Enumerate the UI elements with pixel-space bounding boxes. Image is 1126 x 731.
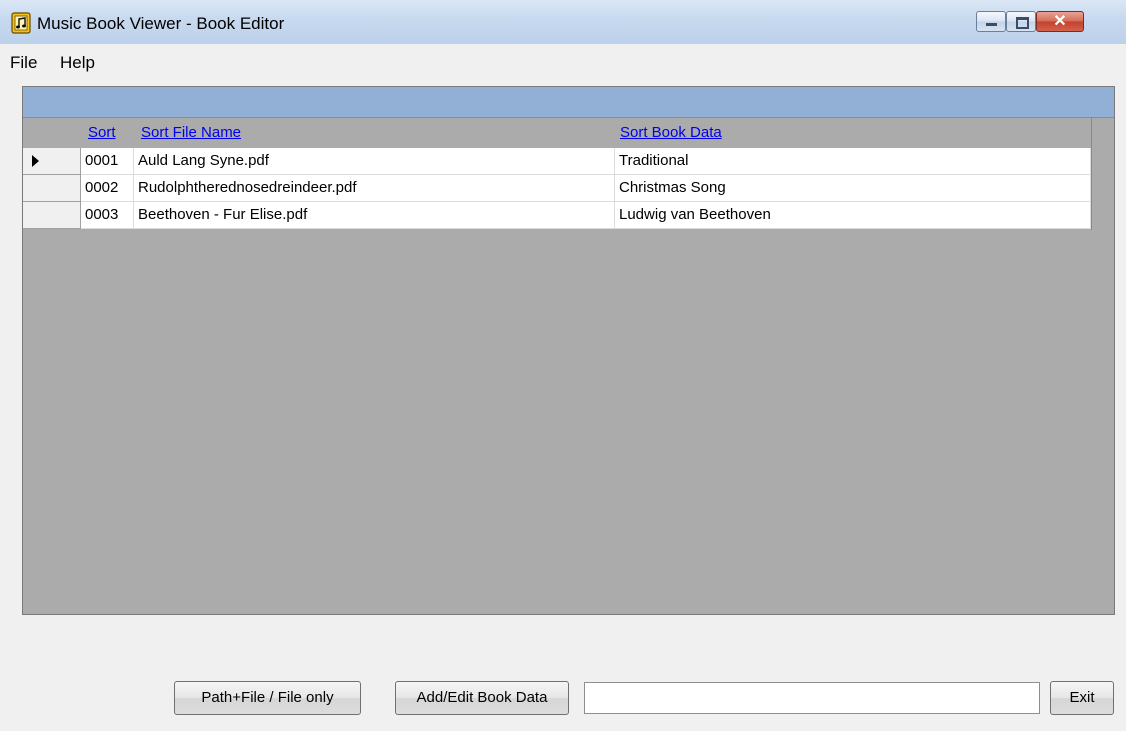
cell-file-name[interactable]: Auld Lang Syne.pdf — [134, 148, 615, 175]
row-pointer-arrow-icon — [32, 155, 39, 167]
close-icon: ✕ — [1053, 13, 1067, 30]
minimize-icon — [986, 23, 997, 26]
cell-sort[interactable]: 0001 — [81, 148, 134, 175]
path-file-toggle-button[interactable]: Path+File / File only — [174, 681, 361, 715]
row-header[interactable] — [23, 202, 81, 229]
cell-book-data[interactable]: Traditional — [615, 148, 1091, 175]
add-edit-book-data-button[interactable]: Add/Edit Book Data — [395, 681, 569, 715]
cell-file-name[interactable]: Rudolphtherednosedreindeer.pdf — [134, 175, 615, 202]
minimize-button[interactable] — [976, 11, 1006, 32]
book-data-input[interactable] — [584, 682, 1040, 714]
row-header[interactable] — [23, 175, 81, 202]
grid-header-divider — [1091, 118, 1092, 230]
cell-book-data[interactable]: Christmas Song — [615, 175, 1091, 202]
cell-sort[interactable]: 0002 — [81, 175, 134, 202]
table-row[interactable]: 0003 Beethoven - Fur Elise.pdf Ludwig va… — [23, 202, 1091, 229]
row-header[interactable] — [23, 148, 81, 175]
cell-sort[interactable]: 0003 — [81, 202, 134, 229]
column-header-book-data[interactable]: Sort Book Data — [620, 118, 722, 148]
app-window: Music Book Viewer - Book Editor ✕ File H… — [0, 0, 1126, 731]
table-row[interactable]: 0001 Auld Lang Syne.pdf Traditional — [23, 148, 1091, 175]
music-book-icon — [11, 12, 31, 34]
close-button[interactable]: ✕ — [1036, 11, 1084, 32]
menu-help[interactable]: Help — [60, 53, 95, 73]
book-data-grid[interactable]: Sort Sort File Name Sort Book Data 0001 … — [22, 86, 1115, 615]
grid-caption-bar — [23, 87, 1114, 118]
window-title: Music Book Viewer - Book Editor — [37, 14, 285, 33]
exit-button[interactable]: Exit — [1050, 681, 1114, 715]
cell-file-name[interactable]: Beethoven - Fur Elise.pdf — [134, 202, 615, 229]
menu-file[interactable]: File — [10, 53, 37, 73]
column-header-file-name[interactable]: Sort File Name — [141, 118, 241, 148]
cell-book-data[interactable]: Ludwig van Beethoven — [615, 202, 1091, 229]
menu-bar: File Help — [0, 44, 1126, 82]
maximize-icon — [1016, 17, 1029, 29]
title-bar[interactable]: Music Book Viewer - Book Editor ✕ — [0, 0, 1126, 44]
table-row[interactable]: 0002 Rudolphtherednosedreindeer.pdf Chri… — [23, 175, 1091, 202]
column-header-sort[interactable]: Sort — [88, 118, 116, 148]
maximize-button[interactable] — [1006, 11, 1036, 32]
